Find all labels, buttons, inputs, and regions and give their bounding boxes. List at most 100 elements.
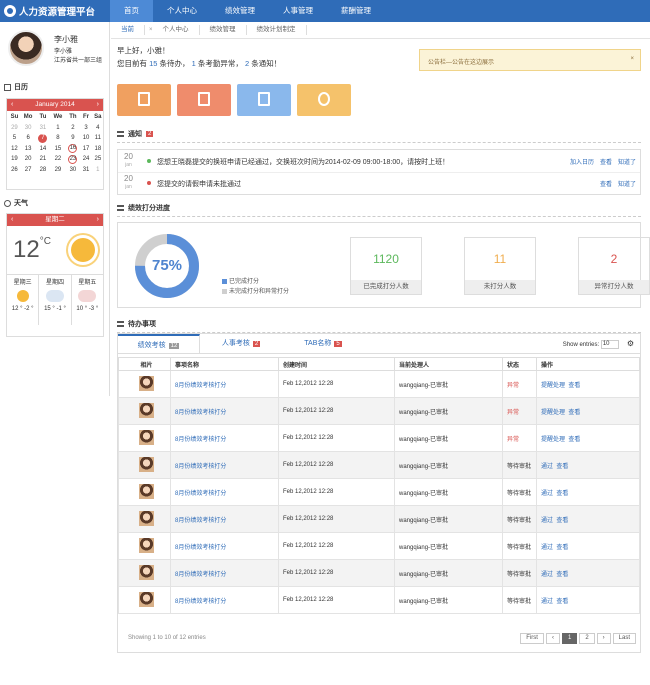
- view-link[interactable]: 查看: [556, 464, 568, 470]
- calendar-day[interactable]: 5: [8, 133, 21, 144]
- app-brand[interactable]: 人力资源管理平台: [4, 4, 95, 18]
- item-link[interactable]: 8月份绩效考核打分: [175, 464, 226, 470]
- ack-link[interactable]: 知道了: [618, 182, 636, 188]
- tile-edit[interactable]: [237, 84, 291, 116]
- add-calendar-link[interactable]: 加入日历: [570, 160, 594, 166]
- col-name[interactable]: 事项名称: [170, 357, 279, 371]
- calendar-day[interactable]: 14: [35, 144, 50, 155]
- stat-abnormal[interactable]: 2 异常打分人数: [578, 237, 650, 295]
- close-icon[interactable]: ×: [630, 56, 634, 62]
- item-link[interactable]: 8月份绩效考核打分: [175, 518, 226, 524]
- next-month-button[interactable]: ›: [97, 99, 99, 111]
- primary-action-link[interactable]: 通过: [541, 491, 553, 497]
- stat-done[interactable]: 1120 已完成打分人数: [350, 237, 422, 295]
- nav-performance[interactable]: 绩效管理: [211, 0, 269, 22]
- prev-page-button[interactable]: ‹: [545, 633, 560, 644]
- item-link[interactable]: 8月份绩效考核打分: [175, 572, 226, 578]
- calendar-day[interactable]: 30: [21, 123, 36, 134]
- primary-action-link[interactable]: 通过: [541, 572, 553, 578]
- calendar-day[interactable]: 27: [21, 165, 36, 176]
- calendar-day[interactable]: 31: [35, 123, 50, 134]
- item-link[interactable]: 8月份绩效考核打分: [175, 383, 226, 389]
- calendar-day[interactable]: 12: [8, 144, 21, 155]
- next-page-button[interactable]: ›: [596, 633, 611, 644]
- item-link[interactable]: 8月份绩效考核打分: [175, 410, 226, 416]
- view-link[interactable]: 查看: [556, 518, 568, 524]
- calendar-day[interactable]: 1: [50, 123, 65, 134]
- todo-count[interactable]: 15: [149, 59, 157, 68]
- view-link[interactable]: 查看: [556, 545, 568, 551]
- view-link[interactable]: 查看: [600, 182, 612, 188]
- primary-action-link[interactable]: 提醒处理: [541, 383, 565, 389]
- avatar[interactable]: [8, 30, 44, 66]
- primary-action-link[interactable]: 提醒处理: [541, 437, 565, 443]
- calendar-day[interactable]: 23: [65, 154, 80, 165]
- nav-hr[interactable]: 人事管理: [269, 0, 327, 22]
- first-page-button[interactable]: First: [520, 633, 544, 644]
- col-time[interactable]: 创建时间: [278, 357, 395, 371]
- calendar-day[interactable]: 22: [50, 154, 65, 165]
- last-page-button[interactable]: Last: [612, 633, 636, 644]
- item-link[interactable]: 8月份绩效考核打分: [175, 491, 226, 497]
- calendar-day[interactable]: 19: [8, 154, 21, 165]
- calendar-day[interactable]: 10: [80, 133, 91, 144]
- calendar-day[interactable]: 1: [92, 165, 104, 176]
- view-link[interactable]: 查看: [600, 160, 612, 166]
- calendar-day[interactable]: 2: [65, 123, 80, 134]
- tile-tasks[interactable]: [117, 84, 171, 116]
- nav-salary[interactable]: 薪酬管理: [327, 0, 385, 22]
- calendar-day[interactable]: 6: [21, 133, 36, 144]
- page-1-button[interactable]: 1: [561, 633, 578, 644]
- view-link[interactable]: 查看: [556, 599, 568, 605]
- tab-current[interactable]: 当前: [111, 25, 145, 35]
- view-link[interactable]: 查看: [568, 410, 580, 416]
- calendar-day[interactable]: 4: [92, 123, 104, 134]
- tab-performance-review[interactable]: 绩效考核 12: [118, 334, 200, 353]
- calendar-day[interactable]: 20: [21, 154, 36, 165]
- stat-pending[interactable]: 11 未打分人数: [464, 237, 536, 295]
- calendar-day[interactable]: 31: [80, 165, 91, 176]
- item-link[interactable]: 8月份绩效考核打分: [175, 545, 226, 551]
- tab-plan[interactable]: 绩效计划制定: [247, 25, 307, 35]
- attendance-count[interactable]: 1: [192, 59, 196, 68]
- calendar-day[interactable]: 16: [65, 144, 80, 155]
- calendar-day[interactable]: 26: [8, 165, 21, 176]
- calendar-day[interactable]: 11: [92, 133, 104, 144]
- page-2-button[interactable]: 2: [579, 633, 595, 644]
- calendar-day[interactable]: 3: [80, 123, 91, 134]
- primary-action-link[interactable]: 通过: [541, 599, 553, 605]
- ack-link[interactable]: 知道了: [618, 160, 636, 166]
- tab-generic[interactable]: TAB名称 5: [282, 334, 364, 353]
- primary-action-link[interactable]: 通过: [541, 464, 553, 470]
- notice-count[interactable]: 2: [245, 59, 249, 68]
- entries-select[interactable]: 10: [600, 339, 619, 349]
- calendar-day[interactable]: 24: [80, 154, 91, 165]
- tab-hr-review[interactable]: 人事考核 2: [200, 334, 282, 353]
- calendar-day[interactable]: 28: [35, 165, 50, 176]
- calendar-day[interactable]: 29: [8, 123, 21, 134]
- calendar-day[interactable]: 15: [50, 144, 65, 155]
- tile-approval[interactable]: [177, 84, 231, 116]
- view-link[interactable]: 查看: [568, 383, 580, 389]
- tile-award[interactable]: [297, 84, 351, 116]
- prev-day-button[interactable]: ‹: [11, 214, 13, 226]
- view-link[interactable]: 查看: [556, 491, 568, 497]
- primary-action-link[interactable]: 通过: [541, 518, 553, 524]
- calendar-day[interactable]: 25: [92, 154, 104, 165]
- calendar-day[interactable]: 8: [50, 133, 65, 144]
- gear-icon[interactable]: ⚙: [627, 339, 634, 348]
- calendar-day[interactable]: 13: [21, 144, 36, 155]
- prev-month-button[interactable]: ‹: [11, 99, 13, 111]
- item-link[interactable]: 8月份绩效考核打分: [175, 599, 226, 605]
- col-status[interactable]: 状态: [502, 357, 537, 371]
- calendar-day[interactable]: 30: [65, 165, 80, 176]
- calendar-day[interactable]: 9: [65, 133, 80, 144]
- view-link[interactable]: 查看: [556, 572, 568, 578]
- nav-personal[interactable]: 个人中心: [153, 0, 211, 22]
- tab-personal[interactable]: 个人中心: [153, 25, 200, 35]
- calendar-day[interactable]: 17: [80, 144, 91, 155]
- calendar-day[interactable]: 18: [92, 144, 104, 155]
- calendar-day[interactable]: 21: [35, 154, 50, 165]
- item-link[interactable]: 8月份绩效考核打分: [175, 437, 226, 443]
- nav-home[interactable]: 首页: [110, 0, 153, 22]
